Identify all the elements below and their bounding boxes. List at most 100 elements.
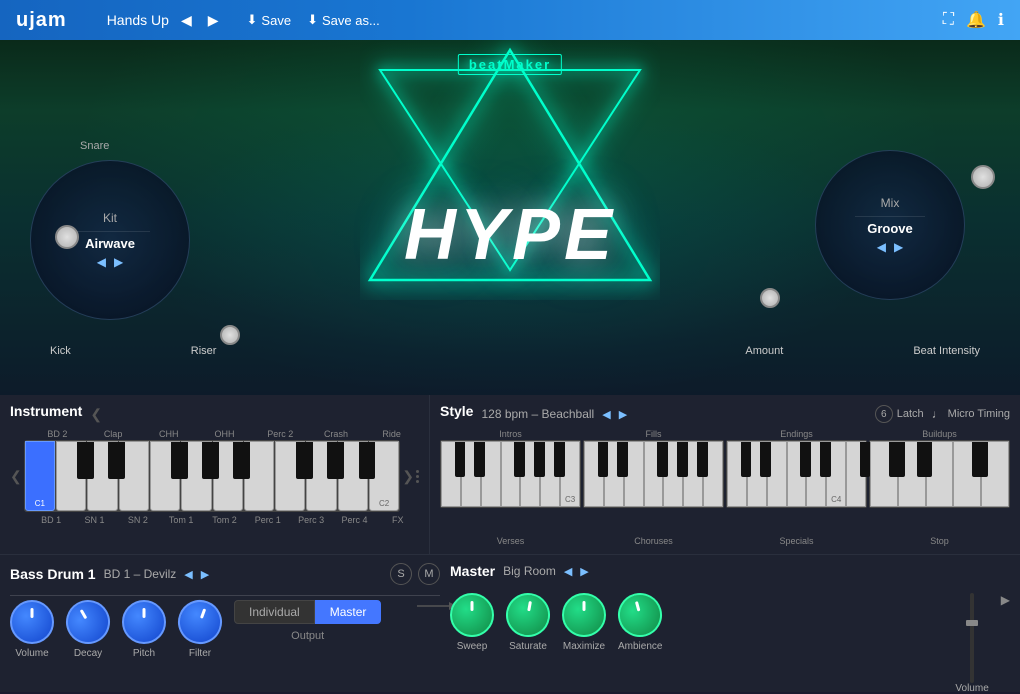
bd-divider [10,595,440,596]
master-header: Master Big Room ◀ ▶ [450,563,1010,579]
maximize-label: Maximize [563,641,605,652]
master-toggle[interactable]: Master [315,600,382,624]
save-as-icon: ⬇ [307,12,318,28]
pitch-label: Pitch [133,648,155,659]
kit-prev[interactable]: ◀ [97,255,106,269]
volume-knob[interactable] [10,600,54,644]
volume-slider-track [970,593,974,683]
output-section: Individual Master Output [234,600,381,642]
inst-bot-perc4: Perc 4 [333,515,375,525]
riser-knob[interactable] [220,325,240,345]
save-as-button[interactable]: ⬇ Save as... [307,12,380,28]
bd-next[interactable]: ▶ [201,568,209,581]
preset-next-arrow[interactable]: ▶ [204,10,223,31]
inst-bot-tom2: Tom 2 [203,515,245,525]
master-prev[interactable]: ◀ [564,565,572,578]
beat-intensity-knob[interactable] [971,165,995,189]
top-bar-actions: ⬇ Save ⬇ Save as... [247,12,380,28]
inst-bot-sn2: SN 2 [117,515,159,525]
preset-prev-arrow[interactable]: ◀ [177,10,196,31]
filter-knob[interactable] [172,594,228,650]
beatmaker-label: beatMaker [458,54,562,75]
volume-knob-item: Volume [10,600,54,659]
style-panel: Style 128 bpm – Beachball ◀ ▶ 6 Latch ♩ … [430,395,1020,554]
piano-key-5[interactable] [150,441,180,511]
style-key-f4[interactable] [644,441,664,507]
style-sec-fills: Fills [583,429,724,439]
style-bot-choruses: Choruses [583,536,724,546]
inst-label-ohh: OHH [197,429,252,439]
inst-label-perc2: Perc 2 [253,429,308,439]
piano-key-9[interactable] [275,441,305,511]
piano-more-btn[interactable] [416,470,419,483]
maximize-knob[interactable] [562,593,606,637]
amount-knob[interactable] [760,288,780,308]
side-arrow-icon[interactable]: ▶ [1001,593,1010,607]
bd-sm-buttons: S M [390,563,440,585]
style-next[interactable]: ▶ [619,408,627,421]
sweep-knob[interactable] [450,593,494,637]
volume-slider-row [970,593,974,683]
bass-master-row: Bass Drum 1 BD 1 – Devilz ◀ ▶ S M Volume… [0,555,1020,692]
instrument-keyboard: C1 [24,440,401,512]
master-volume-control: Volume [955,593,988,694]
style-key-h1[interactable] [870,441,898,507]
save-button[interactable]: ⬇ Save [247,12,292,28]
decay-knob[interactable] [58,592,118,652]
mix-next[interactable]: ▶ [894,240,903,254]
style-prev[interactable]: ◀ [602,408,610,421]
instrument-scroll: ❮ [90,406,102,423]
preset-selector[interactable]: Hands Up ◀ ▶ [107,10,223,31]
expand-icon[interactable]: ⛶ [943,11,954,29]
sweep-knob-item: Sweep [450,593,494,652]
inst-bot-bd1: BD 1 [30,515,72,525]
sweep-label: Sweep [457,641,488,652]
mix-name: Groove [867,221,913,236]
master-next[interactable]: ▶ [580,565,588,578]
style-key-4[interactable] [501,441,521,507]
pitch-knob[interactable] [122,600,166,644]
mix-prev[interactable]: ◀ [877,240,886,254]
style-key-g1[interactable] [727,441,747,507]
style-key-g4[interactable] [787,441,807,507]
app-logo: ujam [16,9,67,32]
mute-button[interactable]: M [418,563,440,585]
bd-prev[interactable]: ◀ [184,568,192,581]
solo-button[interactable]: S [390,563,412,585]
volume-label: Volume [15,648,48,659]
master-knobs-row: Sweep Saturate Maximize Ambience [450,593,662,652]
individual-toggle[interactable]: Individual [234,600,315,624]
bottom-section: Instrument ❮ BD 2 Clap CHH OHH Perc 2 Cr… [0,395,1020,692]
ambience-knob[interactable] [613,588,667,642]
master-title: Master [450,563,495,579]
style-key-1[interactable] [441,441,461,507]
info-icon[interactable]: ℹ [998,10,1004,30]
mix-label: Mix [881,196,900,210]
latch-button[interactable]: 6 Latch [875,405,924,423]
filter-knob-item: Filter [178,600,222,659]
instrument-title: Instrument [10,403,82,419]
piano-scroll-right[interactable]: ❯ [402,468,414,485]
instrument-scroll-left[interactable]: ❮ [90,406,102,423]
piano-key-2[interactable] [56,441,86,511]
style-key-g7[interactable] [846,441,866,507]
inst-label-bd2: BD 2 [30,429,85,439]
output-toggle: Individual Master [234,600,381,624]
instrument-style-row: Instrument ❮ BD 2 Clap CHH OHH Perc 2 Cr… [0,395,1020,555]
piano-key-bd1[interactable]: C1 [25,441,55,511]
notification-icon[interactable]: 🔔 [966,10,986,30]
side-collapse-btn[interactable]: ▶ [1001,593,1010,607]
style-key-f1[interactable] [584,441,604,507]
piano-scroll-left[interactable]: ❮ [10,468,22,485]
mix-nav: ◀ ▶ [877,240,903,254]
snare-label: Snare [80,140,109,152]
saturate-knob[interactable] [503,590,554,641]
hero-section: beatMaker Snare Kit Airwave ◀ ▶ Mix Groo… [0,40,1020,395]
micro-timing-button[interactable]: ♩ Micro Timing [932,407,1010,421]
kit-next[interactable]: ▶ [114,255,123,269]
kick-knob[interactable] [55,225,79,249]
ambience-label: Ambience [618,641,662,652]
volume-slider-thumb[interactable] [966,620,978,626]
latch-icon: 6 [875,405,893,423]
style-key-h4[interactable] [953,441,981,507]
